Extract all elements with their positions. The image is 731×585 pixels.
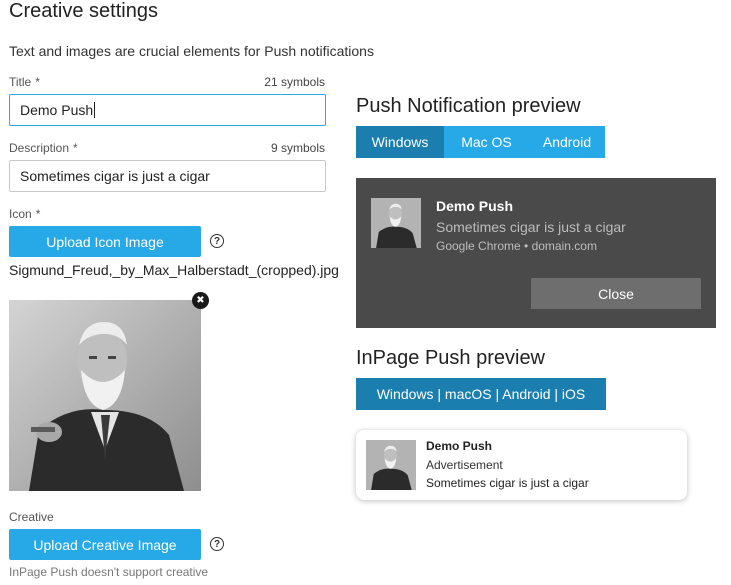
push-platform-tabs: Windows Mac OS Android (356, 126, 605, 158)
description-required-mark: * (73, 141, 78, 155)
inpage-icon-thumbnail (366, 440, 416, 490)
description-input-value: Sometimes cigar is just a cigar (20, 168, 210, 184)
notification-thumb-svg (371, 198, 421, 248)
inpage-platforms-tab[interactable]: Windows | macOS | Android | iOS (356, 378, 606, 410)
upload-creative-button[interactable]: Upload Creative Image (9, 529, 201, 560)
inpage-title: Demo Push (426, 439, 493, 453)
icon-filename: Sigmund_Freud,_by_Max_Halberstadt_(cropp… (9, 262, 339, 278)
description-label-text: Description (9, 141, 70, 155)
description-input[interactable]: Sometimes cigar is just a cigar (9, 160, 326, 192)
inpage-thumb-svg (366, 440, 416, 490)
notification-close-button[interactable]: Close (531, 278, 701, 309)
page-intro: Text and images are crucial elements for… (9, 43, 374, 59)
description-label: Description * (9, 141, 78, 155)
inpage-notification-preview: Demo Push Advertisement Sometimes cigar … (356, 430, 687, 500)
tab-android[interactable]: Android (529, 126, 605, 158)
tab-windows[interactable]: Windows (356, 126, 444, 158)
creative-note: InPage Push doesn't support creative (9, 565, 209, 579)
icon-preview-image (9, 300, 201, 491)
icon-help-icon[interactable]: ? (210, 234, 224, 248)
inpage-body: Sometimes cigar is just a cigar (426, 476, 589, 490)
title-label: Title * (9, 75, 40, 89)
inpage-preview-heading: InPage Push preview (356, 347, 546, 369)
upload-icon-button[interactable]: Upload Icon Image (9, 226, 201, 257)
icon-required-mark: * (35, 207, 41, 221)
windows-notification-preview: Demo Push Sometimes cigar is just a ciga… (356, 178, 716, 328)
icon-label: Icon * (9, 207, 40, 221)
notification-source: Google Chrome • domain.com (436, 239, 597, 253)
notification-title: Demo Push (436, 198, 514, 214)
tab-mac-os[interactable]: Mac OS (444, 126, 529, 158)
inpage-advertisement-tag: Advertisement (426, 458, 503, 472)
creative-help-icon[interactable]: ? (210, 537, 224, 551)
title-required-mark: * (35, 75, 40, 89)
notification-icon-thumbnail (371, 198, 421, 248)
portrait-svg (9, 300, 201, 491)
page-title: Creative settings (9, 0, 158, 22)
icon-label-text: Icon (9, 207, 32, 221)
title-input[interactable]: Demo Push (9, 94, 326, 126)
title-char-count: 21 symbols (264, 75, 325, 89)
creative-label: Creative (9, 510, 54, 524)
push-preview-heading: Push Notification preview (356, 95, 581, 117)
description-char-count: 9 symbols (270, 141, 325, 155)
remove-icon-icon[interactable]: ✖ (192, 292, 209, 309)
title-label-text: Title (9, 75, 32, 89)
text-caret (94, 102, 96, 118)
notification-body: Sometimes cigar is just a cigar (436, 219, 626, 235)
title-input-value: Demo Push (20, 102, 94, 118)
